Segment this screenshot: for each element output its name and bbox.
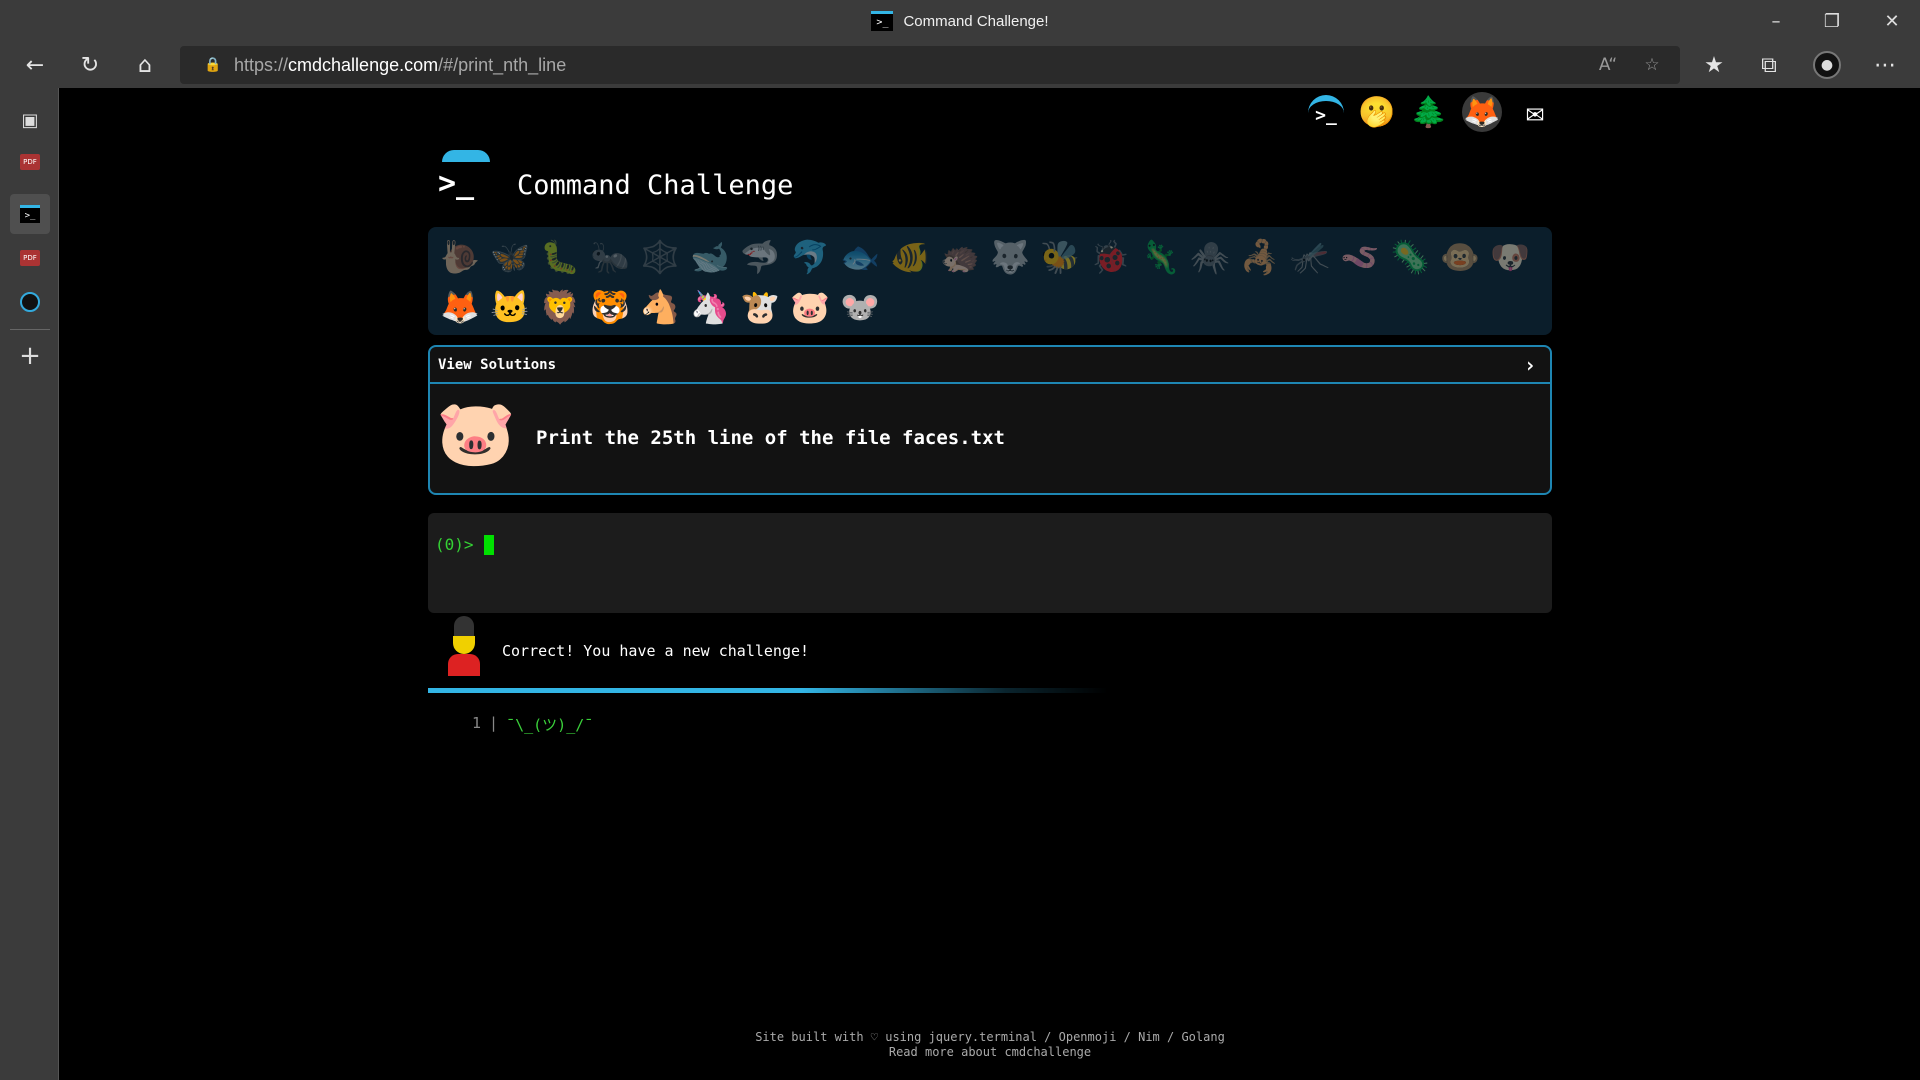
challenge-button[interactable]: 🪱 bbox=[1336, 233, 1384, 281]
footer: Site built with ♡ using jquery.terminal … bbox=[60, 1030, 1920, 1060]
back-icon[interactable]: ← bbox=[16, 46, 54, 84]
terminal[interactable]: (0)> bbox=[428, 513, 1552, 613]
terminal-prompt-icon: >_ bbox=[438, 166, 475, 201]
add-icon[interactable]: + bbox=[10, 336, 50, 376]
view-solutions-toggle[interactable]: View Solutions › bbox=[430, 347, 1550, 384]
pdf-icon: PDF bbox=[20, 154, 40, 170]
window-title: >_ Command Challenge! bbox=[0, 0, 1920, 42]
line-number: 1 bbox=[472, 714, 482, 732]
challenge-button[interactable]: 🦟 bbox=[1286, 233, 1334, 281]
challenge-button[interactable]: 🐵 bbox=[1436, 233, 1484, 281]
view-solutions-label: View Solutions bbox=[438, 356, 557, 373]
challenge-button[interactable]: 🐮 bbox=[736, 283, 784, 331]
hand-over-mouth-emoji[interactable]: 🫢 bbox=[1358, 93, 1396, 131]
challenge-button[interactable]: 🦄 bbox=[686, 283, 734, 331]
footer-read-more-link[interactable]: Read more about cmdchallenge bbox=[60, 1045, 1920, 1060]
challenge-grid: 🐌 🦋 🐛 🐜 🕸️ 🐋 🦈 🐬 🐟 🐠 🦔 🐺 🐝 🐞 🦎 🕷️ 🦂 🦟 🪱 🦠 🐵 🐶 🦊 🐱 🦁 🐯 🐴 🦄 🐮 🐷 🐭 bbox=[428, 227, 1552, 335]
tab-pdf-1[interactable]: PDF bbox=[10, 142, 50, 182]
challenge-button[interactable]: 🦂 bbox=[1236, 233, 1284, 281]
challenge-button[interactable]: 🦈 bbox=[736, 233, 784, 281]
terminal-prompt: (0)> bbox=[435, 535, 474, 554]
read-aloud-icon[interactable]: A“ bbox=[1592, 50, 1624, 80]
challenge-button[interactable]: 🦔 bbox=[936, 233, 984, 281]
challenge-button[interactable]: 🐺 bbox=[986, 233, 1034, 281]
profile-button[interactable]: ● bbox=[1808, 46, 1846, 84]
challenge-button[interactable]: 🦁 bbox=[536, 283, 584, 331]
challenge-button[interactable]: 🐬 bbox=[786, 233, 834, 281]
minimize-icon[interactable]: – bbox=[1748, 0, 1804, 42]
challenge-button[interactable]: 🐞 bbox=[1086, 233, 1134, 281]
home-icon[interactable]: ⌂ bbox=[126, 46, 164, 84]
feedback-message: Correct! You have a new challenge! bbox=[502, 642, 810, 660]
close-icon[interactable]: ✕ bbox=[1864, 0, 1920, 42]
challenge-description: Print the 25th line of the file faces.tx… bbox=[536, 427, 1005, 449]
restore-icon[interactable]: ❐ bbox=[1804, 0, 1860, 42]
guard-emoji bbox=[442, 616, 486, 676]
cmdchallenge-tab-icon: >_ bbox=[20, 205, 40, 223]
address-bar[interactable]: 🔒 https://cmdchallenge.com/#/print_nth_l… bbox=[180, 46, 1680, 84]
challenge-button[interactable]: 🐠 bbox=[886, 233, 934, 281]
top-links: >_ 🫢 🌲 🦊 ✉ bbox=[1308, 92, 1554, 132]
site-title[interactable]: Command Challenge bbox=[517, 170, 793, 201]
challenge-panel: View Solutions › 🐷 Print the 25th line o… bbox=[428, 345, 1552, 495]
title-bar: >_ Command Challenge! – ❐ ✕ bbox=[0, 0, 1920, 42]
challenge-button[interactable]: 🐯 bbox=[586, 283, 634, 331]
chevron-right-icon[interactable]: › bbox=[1524, 353, 1536, 377]
tab-pdf-2[interactable]: PDF bbox=[10, 238, 50, 278]
challenge-button[interactable]: 🦎 bbox=[1136, 233, 1184, 281]
evergreen-tree-emoji[interactable]: 🌲 bbox=[1410, 93, 1448, 131]
challenge-button[interactable]: 🐝 bbox=[1036, 233, 1084, 281]
terminal-prompt-icon: >_ bbox=[871, 11, 894, 31]
refresh-icon[interactable]: ↻ bbox=[71, 46, 109, 84]
sidebar-divider bbox=[10, 329, 50, 330]
logo-cap bbox=[442, 150, 490, 162]
pdf-icon: PDF bbox=[20, 250, 40, 266]
challenge-button[interactable]: 🐌 bbox=[436, 233, 484, 281]
speedometer-icon bbox=[20, 292, 40, 312]
tab-cmdchallenge[interactable]: >_ bbox=[10, 194, 50, 234]
lock-icon[interactable]: 🔒 bbox=[204, 57, 221, 73]
challenge-button[interactable]: 🐟 bbox=[836, 233, 884, 281]
challenge-button[interactable]: 🐱 bbox=[486, 283, 534, 331]
challenge-button[interactable]: 🐜 bbox=[586, 233, 634, 281]
tab-actions-icon[interactable]: ▣ bbox=[10, 100, 50, 140]
more-icon[interactable]: ⋯ bbox=[1866, 46, 1904, 84]
site-logo[interactable]: >_ bbox=[438, 150, 494, 208]
url-text[interactable]: https://cmdchallenge.com/#/print_nth_lin… bbox=[234, 55, 566, 76]
terminal-cursor[interactable] bbox=[484, 535, 494, 555]
tab-speedometer[interactable] bbox=[10, 282, 50, 322]
window-title-text: Command Challenge! bbox=[903, 12, 1049, 30]
challenge-button[interactable]: 🐴 bbox=[636, 283, 684, 331]
mail-icon[interactable]: ✉ bbox=[1516, 93, 1554, 131]
favorites-icon[interactable]: ★ bbox=[1695, 46, 1733, 84]
output-text: ¯\_(ツ)_/¯ bbox=[506, 716, 594, 734]
line-separator: | bbox=[489, 714, 499, 732]
output-line: 1 | ¯\_(ツ)_/¯ bbox=[472, 714, 593, 735]
challenge-button[interactable]: 🐭 bbox=[836, 283, 884, 331]
browser-sidebar: ▣ PDF >_ PDF + bbox=[0, 88, 59, 1080]
challenge-button[interactable]: 🕷️ bbox=[1186, 233, 1234, 281]
challenge-button[interactable]: 🐶 bbox=[1486, 233, 1534, 281]
progress-bar bbox=[428, 688, 1108, 693]
challenge-button[interactable]: 🐋 bbox=[686, 233, 734, 281]
add-favorite-icon[interactable]: ☆ bbox=[1636, 50, 1668, 80]
challenge-button[interactable]: 🦋 bbox=[486, 233, 534, 281]
collections-icon[interactable]: ⧉ bbox=[1750, 46, 1788, 84]
challenge-button[interactable]: 🐷 bbox=[786, 283, 834, 331]
challenge-button[interactable]: 🕸️ bbox=[636, 233, 684, 281]
challenge-button[interactable]: 🐛 bbox=[536, 233, 584, 281]
page-content: >_ 🫢 🌲 🦊 ✉ >_ Command Challenge 🐌 🦋 🐛 🐜 🕸️ 🐋 🦈… bbox=[60, 88, 1920, 1080]
challenge-button[interactable]: 🦊 bbox=[436, 283, 484, 331]
gitlab-icon[interactable]: 🦊 bbox=[1462, 92, 1502, 132]
browser-toolbar: ← ↻ ⌂ 🔒 https://cmdchallenge.com/#/print… bbox=[0, 42, 1920, 88]
footer-credits[interactable]: Site built with ♡ using jquery.terminal … bbox=[60, 1030, 1920, 1045]
terminal-prompt-icon[interactable]: >_ bbox=[1308, 95, 1344, 129]
challenge-button[interactable]: 🦠 bbox=[1386, 233, 1434, 281]
challenge-emoji: 🐷 bbox=[436, 396, 516, 471]
profile-icon: ● bbox=[1813, 51, 1841, 79]
